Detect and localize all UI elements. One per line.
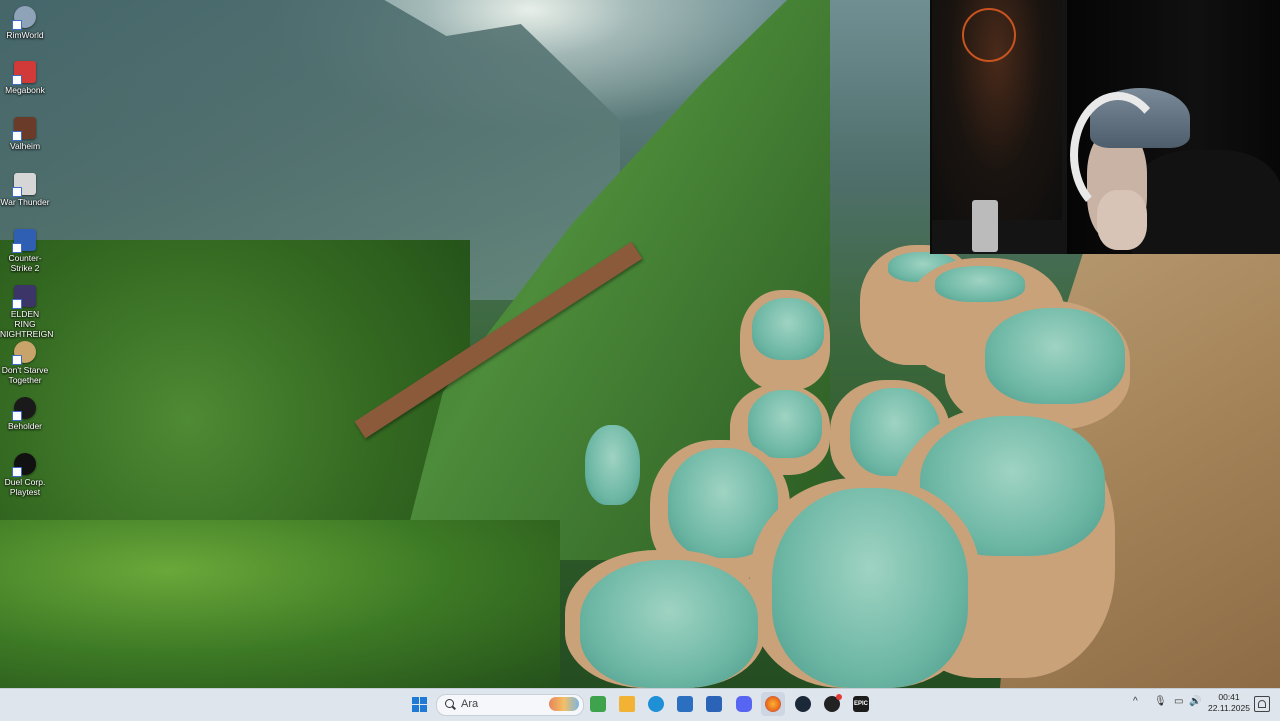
- desktop-icon-label: War Thunder: [0, 197, 50, 207]
- edge-button[interactable]: [644, 692, 668, 716]
- wallpaper-pool: [748, 390, 822, 458]
- edge-icon: [648, 696, 664, 712]
- windows-logo-icon: [411, 696, 427, 712]
- counter-strike-icon: [12, 229, 36, 253]
- epic-games-icon: EPIC: [853, 696, 869, 712]
- desktop-icon-label: Duel Corp. Playtest: [4, 477, 46, 497]
- wallpaper-pool: [580, 560, 758, 688]
- epic-games-label: EPIC: [853, 701, 868, 707]
- webcam-overlay: [930, 0, 1280, 254]
- desktop-icon-label: ELDEN RING NIGHTREIGN: [0, 309, 54, 339]
- valheim-icon: [12, 117, 36, 141]
- search-highlight-image: [549, 697, 579, 711]
- taskbar: [0, 688, 1280, 721]
- desktop-icon-dont-starve[interactable]: Don't Starve Together: [0, 341, 50, 385]
- desktop-icon-label: RimWorld: [6, 30, 44, 40]
- file-explorer-button[interactable]: [615, 692, 639, 716]
- desktop-icon-valheim[interactable]: Valheim: [0, 117, 50, 151]
- wallpaper-pool: [985, 308, 1125, 404]
- notification-center-button[interactable]: [1254, 696, 1270, 712]
- desktop-icon-megabonk[interactable]: Megabonk: [0, 61, 50, 95]
- game-launcher-icon: [590, 696, 606, 712]
- desktop-icon-counter-strike[interactable]: Counter-Strike 2: [0, 229, 50, 273]
- game-launcher-button[interactable]: [586, 692, 610, 716]
- mail-icon: [706, 696, 722, 712]
- firefox-icon: [765, 696, 781, 712]
- mail-button[interactable]: [702, 692, 726, 716]
- wallpaper-pool: [585, 425, 640, 505]
- rimworld-icon: [12, 6, 36, 30]
- clock-date: 22.11.2025: [1208, 703, 1250, 713]
- wallpaper-trees: [0, 520, 560, 688]
- search-icon: [445, 699, 454, 708]
- duel-corp-icon: [12, 453, 36, 477]
- desktop-icon-label: Valheim: [9, 141, 41, 151]
- clock-time: 00:41: [1218, 692, 1240, 702]
- notification-bell-icon: [1258, 700, 1266, 708]
- desk-fan: [972, 200, 998, 252]
- desktop-icon-war-thunder[interactable]: War Thunder: [0, 173, 50, 207]
- chevron-up-icon[interactable]: ^: [1133, 696, 1138, 707]
- search-box[interactable]: Ara: [436, 694, 584, 716]
- microphone-icon[interactable]: 🎙: [1154, 696, 1167, 707]
- wallpaper-pool: [935, 266, 1025, 302]
- wall-poster: [932, 0, 1062, 220]
- folder-icon: [619, 696, 635, 712]
- network-icon[interactable]: ▭: [1174, 696, 1183, 707]
- poster-sun-emblem: [962, 8, 1016, 62]
- megabonk-icon: [12, 61, 36, 85]
- discord-icon: [736, 696, 752, 712]
- wallpaper-pool: [752, 298, 824, 360]
- system-clock[interactable]: 00:41 22.11.2025: [1204, 692, 1254, 714]
- steam-button[interactable]: [791, 692, 815, 716]
- epic-games-button[interactable]: EPIC: [849, 692, 873, 716]
- store-icon: [677, 696, 693, 712]
- discord-button[interactable]: [732, 692, 756, 716]
- desktop-icon-label: Beholder: [7, 421, 43, 431]
- beholder-icon: [12, 397, 36, 421]
- steam-icon: [795, 696, 811, 712]
- wallpaper-pool: [772, 488, 968, 688]
- desktop-icon-label: Megabonk: [5, 85, 45, 95]
- desktop-icon-rimworld[interactable]: RimWorld: [0, 6, 50, 40]
- store-button[interactable]: [673, 692, 697, 716]
- desktop-icon-label: Counter-Strike 2: [8, 253, 42, 273]
- desktop-icon-duel-corp[interactable]: Duel Corp. Playtest: [0, 453, 50, 497]
- person-hand: [1097, 190, 1147, 250]
- desktop-icon-beholder[interactable]: Beholder: [0, 397, 50, 431]
- war-thunder-icon: [12, 173, 36, 197]
- dont-starve-icon: [12, 341, 36, 365]
- start-button[interactable]: [407, 692, 431, 716]
- notification-dot: [836, 694, 842, 700]
- desktop-icon-elden-ring[interactable]: ELDEN RING NIGHTREIGN: [0, 285, 54, 339]
- obs-button[interactable]: [820, 692, 844, 716]
- volume-icon[interactable]: 🔊: [1189, 696, 1201, 707]
- search-placeholder: Ara: [461, 698, 479, 710]
- firefox-button[interactable]: [761, 692, 785, 716]
- elden-ring-icon: [12, 285, 36, 309]
- desktop-icon-label: Don't Starve Together: [1, 365, 49, 385]
